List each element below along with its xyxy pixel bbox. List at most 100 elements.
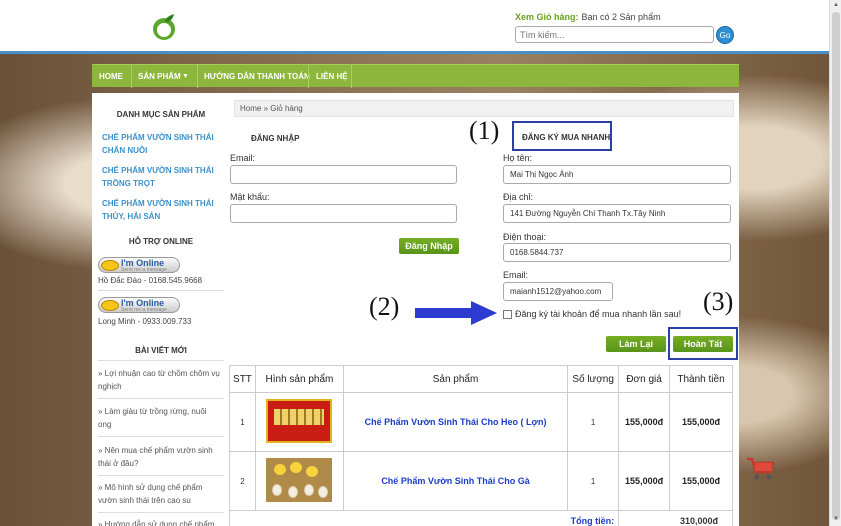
- email-label: Email:: [503, 270, 529, 280]
- support-contact: Long Minh - 0933.009.733: [98, 317, 192, 326]
- column-header-subtotal: Thành tiền: [669, 365, 733, 393]
- login-email-label: Email:: [230, 153, 256, 163]
- register-account-checkbox[interactable]: [503, 310, 512, 319]
- online-status-badge[interactable]: I'm Online Send me a message: [98, 257, 180, 273]
- column-header-image: Hình sản phẩm: [254, 365, 344, 393]
- support-heading: HỖ TRỢ ONLINE: [128, 237, 194, 246]
- post-link[interactable]: » Làm giàu từ trồng rừng, nuôi ong: [98, 405, 224, 431]
- post-line[interactable]: » Lợi nhuận cao từ chồm chôm vụ: [98, 367, 224, 380]
- column-header-quantity: Số lượng: [567, 365, 620, 393]
- post-line[interactable]: thái ở đâu?: [98, 457, 224, 470]
- post-line[interactable]: nghịch: [98, 380, 224, 393]
- row-quantity[interactable]: 1: [567, 451, 620, 511]
- login-password-field[interactable]: [230, 204, 457, 223]
- posts-heading: BÀI VIẾT MỚI: [135, 346, 187, 355]
- nav-divider: [131, 65, 132, 88]
- address-field[interactable]: 141 Đường Nguyễn Chí Thanh Tx.Tây Ninh: [503, 204, 731, 223]
- login-email-field[interactable]: [230, 165, 457, 184]
- view-cart-link[interactable]: Xem Giỏ hàng:: [515, 12, 579, 22]
- category-line[interactable]: CHẾ PHẨM VƯỜN SINH THÁI: [102, 164, 217, 177]
- sidebar-category-livestock[interactable]: CHẾ PHẨM VƯỜN SINH THÁI CHĂN NUÔI: [102, 131, 217, 157]
- online-status-badge[interactable]: I'm Online Send me a message: [98, 297, 180, 313]
- post-line[interactable]: ong: [98, 418, 224, 431]
- address-label: Địa chỉ:: [503, 192, 534, 202]
- category-line[interactable]: CHẾ PHẨM VƯỜN SINH THÁI: [102, 197, 217, 210]
- category-line[interactable]: CHĂN NUÔI: [102, 144, 217, 157]
- divider: [98, 436, 224, 437]
- quick-register-heading: ĐĂNG KÝ MUA NHANH: [522, 133, 611, 142]
- post-line[interactable]: » Làm giàu từ trồng rừng, nuôi: [98, 405, 224, 418]
- nav-divider: [197, 65, 198, 88]
- table-header-row: STT Hình sản phẩm Sản phẩm Số lượng Đơn …: [229, 365, 733, 393]
- annotation-arrow-icon: [415, 301, 497, 325]
- post-line[interactable]: » Nên mua chế phẩm vườn sinh: [98, 444, 224, 457]
- search-input[interactable]: [515, 26, 714, 43]
- scroll-up-icon[interactable]: ▲: [832, 2, 840, 10]
- search-go-button[interactable]: Go: [716, 26, 734, 44]
- page-scrollbar[interactable]: ▲ ▼: [829, 0, 841, 526]
- category-line[interactable]: THỦY, HẢI SẢN: [102, 210, 217, 223]
- row-stt: 2: [229, 451, 256, 511]
- post-link[interactable]: » Mô hình sử dụng chế phẩm vườn sinh thái…: [98, 481, 224, 507]
- product-name-link[interactable]: Chế Phẩm Vườn Sinh Thái Cho Heo ( Lợn): [342, 392, 569, 452]
- nav-divider: [351, 65, 352, 88]
- support-contact: Hồ Đắc Đào - 0168.545.9668: [98, 276, 203, 285]
- scrollbar-thumb[interactable]: [832, 12, 840, 520]
- breadcrumb: Home » Giỏ hàng: [234, 100, 734, 117]
- product-name-link[interactable]: Chế Phẩm Vườn Sinh Thái Cho Gà: [342, 451, 569, 511]
- divider: [98, 512, 224, 513]
- row-subtotal: 155,000đ: [669, 392, 733, 452]
- sidebar: DANH MỤC SẢN PHẨM CHẾ PHẨM VƯỜN SINH THÁ…: [92, 93, 230, 526]
- divider: [98, 360, 224, 361]
- row-subtotal: 155,000đ: [669, 451, 733, 511]
- row-stt: 1: [229, 392, 256, 452]
- categories-heading: DANH MỤC SẢN PHẨM: [116, 110, 206, 119]
- nav-products[interactable]: SẢN PHẨM: [138, 65, 181, 88]
- shopping-cart-icon[interactable]: [745, 455, 775, 481]
- main-nav: HOME SẢN PHẨM ▼ HƯỚNG DẪN THANH TOÁN LIÊ…: [92, 64, 739, 88]
- product-image-cell[interactable]: [254, 451, 344, 511]
- scroll-down-icon[interactable]: ▼: [832, 516, 840, 524]
- post-line[interactable]: » Hướng dẫn sử dụng chế phẩm: [98, 518, 224, 526]
- total-value: 310,000đ: [618, 510, 733, 526]
- main-content: Home » Giỏ hàng ĐĂNG NHẬP Email: Mật khẩ…: [228, 93, 739, 526]
- post-line[interactable]: vườn sinh thái trên cao su: [98, 494, 224, 507]
- post-link[interactable]: » Hướng dẫn sử dụng chế phẩm: [98, 518, 224, 526]
- name-field[interactable]: Mai Thị Ngọc Ánh: [503, 165, 731, 184]
- post-link[interactable]: » Nên mua chế phẩm vườn sinh thái ở đâu?: [98, 444, 224, 470]
- breadcrumb-home[interactable]: Home: [240, 104, 261, 113]
- post-link[interactable]: » Lợi nhuận cao từ chồm chôm vụ nghịch: [98, 367, 224, 393]
- divider: [98, 290, 224, 291]
- row-unit-price: 155,000đ: [618, 451, 671, 511]
- chevron-down-icon[interactable]: ▼: [182, 65, 189, 88]
- nav-contact[interactable]: LIÊN HỆ: [316, 65, 348, 88]
- category-line[interactable]: CHẾ PHẨM VƯỜN SINH THÁI: [102, 131, 217, 144]
- email-field[interactable]: maianh1512@yahoo.com: [503, 282, 613, 301]
- product-image-cell[interactable]: [254, 392, 344, 452]
- logo-icon[interactable]: [152, 13, 176, 41]
- product-image-chicken[interactable]: [266, 458, 333, 502]
- nav-divider: [308, 65, 309, 88]
- name-label: Họ tên:: [503, 153, 533, 163]
- row-unit-price: 155,000đ: [618, 392, 671, 452]
- nav-payment-guide[interactable]: HƯỚNG DẪN THANH TOÁN: [204, 65, 310, 88]
- column-header-product: Sản phẩm: [342, 365, 569, 393]
- login-password-label: Mật khẩu:: [230, 192, 270, 202]
- product-image-pig[interactable]: [266, 399, 333, 443]
- login-button[interactable]: Đăng Nhập: [399, 238, 459, 254]
- reset-button[interactable]: Làm Lại: [606, 336, 666, 352]
- cart-table: STT Hình sản phẩm Sản phẩm Số lượng Đơn …: [228, 365, 733, 526]
- finish-button[interactable]: Hoàn Tất: [673, 336, 733, 352]
- column-header-unit-price: Đơn giá: [618, 365, 671, 393]
- nav-home[interactable]: HOME: [99, 65, 123, 88]
- annotation-label-1: (1): [469, 116, 500, 145]
- top-header: Xem Giỏ hàng:Bạn có 2 Sản phẩm Go: [0, 0, 829, 54]
- phone-field[interactable]: 0168.5844.737: [503, 243, 731, 262]
- row-quantity[interactable]: 1: [567, 392, 620, 452]
- sidebar-category-aquaculture[interactable]: CHẾ PHẨM VƯỜN SINH THÁI THỦY, HẢI SẢN: [102, 197, 217, 223]
- post-line[interactable]: » Mô hình sử dụng chế phẩm: [98, 481, 224, 494]
- cart-count-text: Bạn có 2 Sản phẩm: [581, 12, 661, 22]
- category-line[interactable]: TRỒNG TRỌT: [102, 177, 217, 190]
- divider: [98, 475, 224, 476]
- sidebar-category-crops[interactable]: CHẾ PHẨM VƯỜN SINH THÁI TRỒNG TRỌT: [102, 164, 217, 190]
